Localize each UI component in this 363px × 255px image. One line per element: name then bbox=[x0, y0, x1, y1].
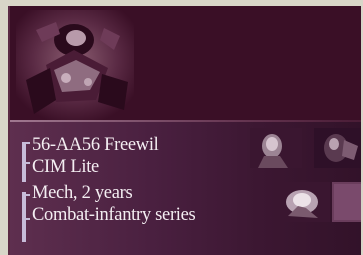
bullet-tick bbox=[26, 162, 30, 164]
bullet-tick bbox=[26, 142, 30, 144]
unit-series: Combat-infantry series bbox=[32, 205, 196, 225]
unit-type-age: Mech, 2 years bbox=[32, 183, 133, 203]
bullet-bar bbox=[22, 192, 26, 242]
unit-model: CIM Lite bbox=[32, 157, 99, 177]
unit-designation: 56-AA56 Freewil bbox=[32, 135, 159, 155]
bullet-tick bbox=[26, 218, 30, 220]
unit-identity: 56-AA56 Freewil CIM Lite bbox=[32, 134, 159, 178]
mech-side-thumbnail[interactable] bbox=[314, 128, 361, 168]
bullet-tick bbox=[26, 194, 30, 196]
unit-info-card: 56-AA56 Freewil CIM Lite Mech, 2 years C… bbox=[8, 6, 361, 255]
explosion-thumbnail[interactable] bbox=[278, 182, 330, 222]
unit-classification: Mech, 2 years Combat-infantry series bbox=[32, 182, 196, 226]
mech-portrait-image[interactable] bbox=[16, 10, 134, 120]
pilot-face-thumbnail[interactable] bbox=[250, 128, 302, 168]
unit-details-panel: 56-AA56 Freewil CIM Lite Mech, 2 years C… bbox=[10, 122, 361, 255]
empty-slot-thumbnail[interactable] bbox=[332, 182, 361, 222]
